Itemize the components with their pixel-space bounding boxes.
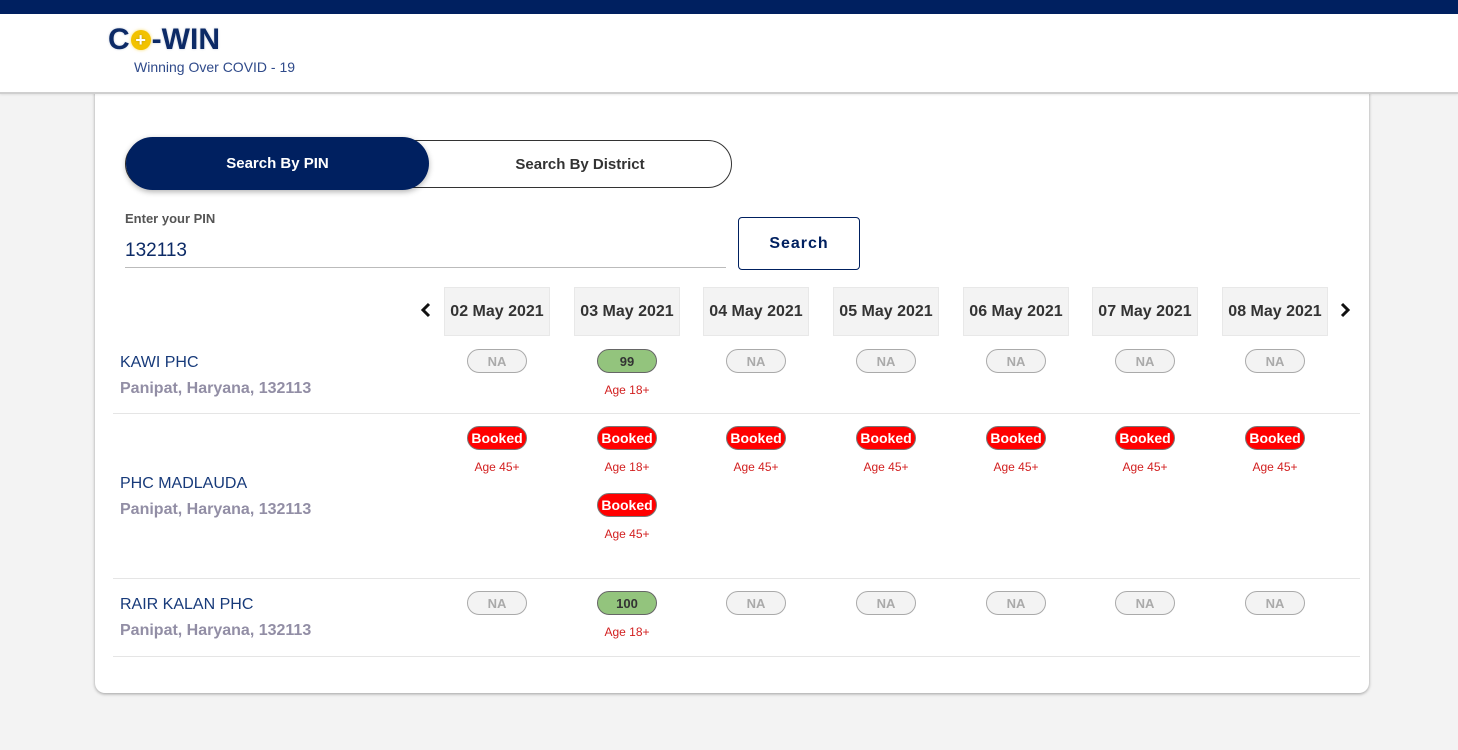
date-header: 06 May 2021 [963,287,1069,336]
slot-cell: Booked Age 45+ [826,426,946,474]
center-row: RAIR KALAN PHC Panipat, Haryana, 132113 NA… [113,579,1360,657]
slot-booked-badge: Booked [597,493,657,517]
center-row: KAWI PHC Panipat, Haryana, 132113 NA 99 Age … [113,344,1360,414]
slot-cell: Booked Age 45+ [437,426,557,474]
slot-cell: NA [1215,349,1335,373]
date-header: 08 May 2021 [1222,287,1328,336]
slot-booked-badge: Booked [1245,426,1305,450]
pin-label: Enter your PIN [125,211,216,226]
logo-wordmark: C + -WIN [108,24,295,56]
age-limit-label: Age 45+ [604,527,650,541]
slot-cell: Booked Age 45+ [696,426,816,474]
slot-na-badge: NA [726,591,786,615]
slot-na-badge: NA [467,349,527,373]
slot-na-badge: NA [1245,349,1305,373]
date-header: 07 May 2021 [1092,287,1198,336]
slot-available-badge[interactable]: 100 [597,591,657,615]
slot-booked-badge: Booked [986,426,1046,450]
slot-na-badge: NA [726,349,786,373]
logo-text-c: C [108,23,130,56]
slot-booked-badge: Booked [856,426,916,450]
tab-search-by-pin[interactable]: Search By PIN [126,137,429,190]
center-address: Panipat, Haryana, 132113 [120,622,312,639]
site-header: C + -WIN Winning Over COVID - 19 [0,14,1458,94]
slot-na-badge: NA [1245,591,1305,615]
slot-na-badge: NA [986,349,1046,373]
search-button[interactable]: Search [738,217,860,270]
slot-na-badge: NA [467,591,527,615]
slot-na-badge: NA [856,591,916,615]
slot-booked-badge: Booked [726,426,786,450]
slot-cell: NA [956,349,1076,373]
date-header: 03 May 2021 [574,287,680,336]
slot-cell: NA [956,591,1076,615]
prev-dates-icon[interactable] [416,302,436,323]
next-dates-icon[interactable] [1335,302,1355,323]
slot-available-badge[interactable]: 99 [597,349,657,373]
slot-cell: NA [1085,591,1205,615]
logo-tagline: Winning Over COVID - 19 [134,59,296,75]
age-limit-label: Age 45+ [474,460,520,474]
slot-na-badge: NA [856,349,916,373]
center-name[interactable]: KAWI PHC [120,354,199,372]
slot-cell: Booked Age 45+ [1215,426,1335,474]
slot-cell: NA [437,591,557,615]
slot-cell: NA [826,591,946,615]
age-limit-label: Age 45+ [993,460,1039,474]
slot-cell: NA [696,591,816,615]
center-name[interactable]: RAIR KALAN PHC [120,596,253,614]
slot-na-badge: NA [1115,349,1175,373]
cowin-logo[interactable]: C + -WIN Winning Over COVID - 19 [108,24,296,76]
slot-cell: NA [696,349,816,373]
slot-na-badge: NA [1115,591,1175,615]
age-limit-label: Age 45+ [1122,460,1168,474]
top-bar [0,0,1458,14]
center-address: Panipat, Haryana, 132113 [120,380,312,397]
plus-icon: + [130,30,151,50]
date-header: 05 May 2021 [833,287,939,336]
slot-cell: Booked Age 45+ [956,426,1076,474]
center-row: PHC MADLAUDA Panipat, Haryana, 132113 Book… [113,414,1360,579]
slot-cell: Booked Age 18+ Booked Age 45+ [567,426,687,541]
logo-text-win: -WIN [151,23,220,56]
slot-cell: 99 Age 18+ [567,349,687,397]
slot-na-badge: NA [986,591,1046,615]
slot-booked-badge: Booked [1115,426,1175,450]
center-name[interactable]: PHC MADLAUDA [120,475,247,493]
pin-input[interactable] [125,234,726,268]
slot-cell: NA [437,349,557,373]
slot-cell: NA [1085,349,1205,373]
age-limit-label: Age 45+ [1252,460,1298,474]
center-address: Panipat, Haryana, 132113 [120,501,312,518]
age-limit-label: Age 45+ [863,460,909,474]
slot-booked-badge: Booked [467,426,527,450]
age-limit-label: Age 18+ [604,383,650,397]
slot-cell: NA [1215,591,1335,615]
slot-cell: 100 Age 18+ [567,591,687,639]
slot-cell: Booked Age 45+ [1085,426,1205,474]
age-limit-label: Age 18+ [604,625,650,639]
date-header: 02 May 2021 [444,287,550,336]
tab-search-by-district[interactable]: Search By District [429,140,731,188]
slot-cell: NA [826,349,946,373]
age-limit-label: Age 45+ [733,460,779,474]
search-results-card: Search By PIN Search By District Enter y… [95,90,1369,693]
date-header: 04 May 2021 [703,287,809,336]
age-limit-label: Age 18+ [604,460,650,474]
slot-booked-badge: Booked [597,426,657,450]
